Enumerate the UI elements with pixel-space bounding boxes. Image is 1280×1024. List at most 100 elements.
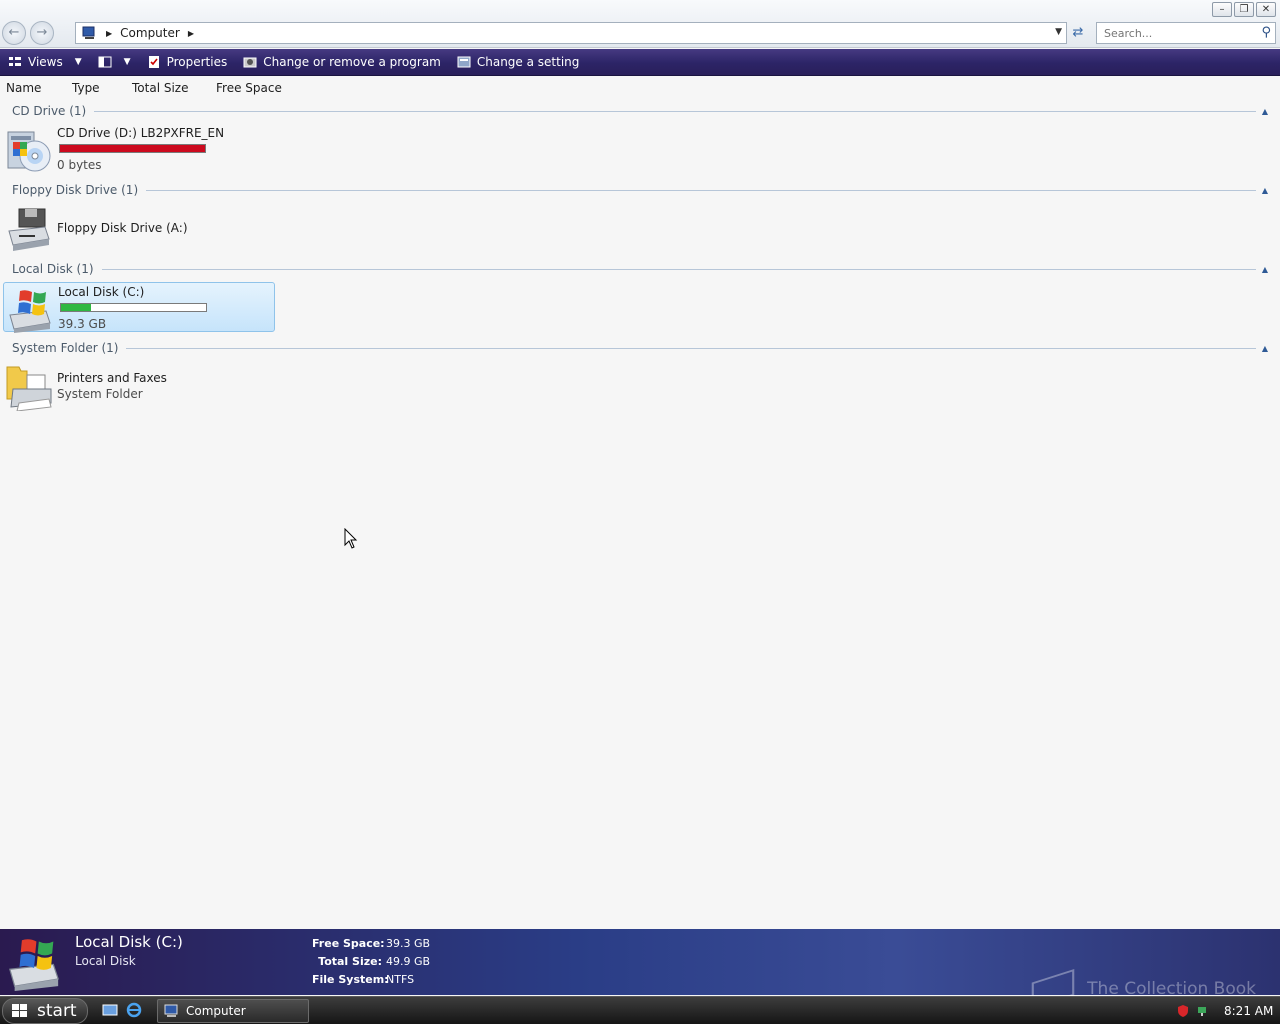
cd-drive-item[interactable]: CD Drive (D:) LB2PXFRE_EN 0 bytes [3,124,275,174]
control-panel-icon [457,56,471,68]
capacity-bar-fill [60,145,205,152]
change-program-label: Change or remove a program [263,55,441,69]
program-icon [243,57,257,68]
capacity-bar [59,144,206,153]
capacity-bar [60,303,207,312]
title-bar: – ❐ ✕ ← → ▶ Computer ▶ ▼ ⇄ ⚲ [0,0,1280,48]
layout-button[interactable]: ▼ [90,49,139,76]
start-button[interactable]: start [2,998,88,1024]
local-disk-icon [9,290,51,333]
breadcrumb-separator-icon[interactable]: ▶ [188,29,194,38]
group-header-floppy[interactable]: Floppy Disk Drive (1) ▲ [12,182,1268,198]
back-arrow-icon: ← [8,25,20,40]
column-headers: Name Type Total Size Free Space [0,78,1280,100]
windows-logo-icon [12,1004,27,1017]
close-button[interactable]: ✕ [1256,2,1276,17]
window-controls: – ❐ ✕ [1212,2,1276,17]
properties-label: Properties [166,55,228,69]
item-name: Printers and Faxes [57,371,167,385]
printers-faxes-item[interactable]: Printers and Faxes System Folder [3,361,275,411]
group-header-local-disk[interactable]: Local Disk (1) ▲ [12,261,1268,277]
change-remove-program-button[interactable]: Change or remove a program [235,49,449,76]
group-title: CD Drive (1) [12,104,87,118]
prop-key: File System: [312,973,389,986]
network-icon[interactable] [1196,1004,1210,1018]
search-input[interactable] [1097,23,1247,43]
item-free-space: 39.3 GB [58,317,107,331]
security-shield-icon[interactable] [1176,1004,1190,1018]
details-pane: Local Disk (C:) Local Disk Free Space:39… [0,929,1280,1009]
system-tray: 8:21 AM [1170,997,1280,1024]
change-setting-label: Change a setting [476,55,580,69]
prop-value: NTFS [386,973,415,986]
properties-icon [148,56,159,68]
prop-value: 39.3 GB [386,937,431,950]
computer-icon [82,26,95,39]
group-title: Local Disk (1) [12,262,94,276]
group-divider [94,110,1256,112]
group-header-cd-drive[interactable]: CD Drive (1) ▲ [12,103,1268,119]
details-free-space: Free Space:39.3 GB [312,937,430,950]
forward-button[interactable]: → [30,21,54,45]
prop-value: 49.9 GB [386,955,431,968]
cd-drive-icon [7,131,51,172]
group-title: Floppy Disk Drive (1) [12,183,139,197]
breadcrumb-separator-icon[interactable]: ▶ [106,29,112,38]
details-total-size: Total Size: 49.9 GB [312,955,430,968]
collapse-icon[interactable]: ▲ [1256,107,1268,116]
taskbar-item-computer[interactable]: Computer [157,999,309,1023]
group-divider [126,347,1256,349]
restore-button[interactable]: ❐ [1234,2,1254,17]
column-name[interactable]: Name [6,81,41,95]
column-total-size[interactable]: Total Size [132,81,188,95]
capacity-bar-fill [61,304,92,311]
chevron-down-icon: ▼ [123,57,131,67]
taskbar: start Computer 8:21 AM [0,996,1280,1024]
item-free-space: 0 bytes [57,158,102,172]
show-desktop-icon[interactable] [102,1002,118,1018]
views-button[interactable]: Views ▼ [0,49,90,76]
search-box[interactable]: ⚲ [1096,22,1276,44]
local-disk-icon [9,939,59,991]
mouse-cursor-icon [344,528,358,549]
minimize-button[interactable]: – [1212,2,1232,17]
address-bar[interactable]: ▶ Computer ▶ ▼ [75,22,1067,44]
collapse-icon[interactable]: ▲ [1256,186,1268,195]
views-label: Views [28,55,63,69]
details-type: Local Disk [75,954,136,968]
properties-button[interactable]: Properties [139,49,236,76]
item-name: Local Disk (C:) [58,285,145,299]
details-name: Local Disk (C:) [75,933,183,951]
refresh-icon[interactable]: ⇄ [1068,22,1088,44]
views-icon [9,57,21,66]
item-type: System Folder [57,387,143,401]
floppy-drive-item[interactable]: Floppy Disk Drive (A:) [3,203,275,253]
floppy-drive-icon [8,208,50,251]
item-name: Floppy Disk Drive (A:) [57,221,188,235]
details-file-system: File System:NTFS [312,973,414,986]
command-bar: Views ▼ ▼ Properties Change or remove a … [0,49,1280,76]
change-setting-button[interactable]: Change a setting [449,49,588,76]
breadcrumb-computer[interactable]: Computer [120,26,180,40]
group-title: System Folder (1) [12,341,119,355]
search-icon[interactable]: ⚲ [1261,25,1271,40]
prop-key: Total Size: [318,955,382,968]
column-free-space[interactable]: Free Space [216,81,282,95]
column-type[interactable]: Type [72,81,100,95]
group-divider [101,268,1256,270]
taskbar-item-label: Computer [186,1004,246,1018]
collapse-icon[interactable]: ▲ [1256,344,1268,353]
collapse-icon[interactable]: ▲ [1256,265,1268,274]
local-disk-item[interactable]: Local Disk (C:) 39.3 GB [3,282,275,333]
item-name: CD Drive (D:) LB2PXFRE_EN [57,126,225,140]
chevron-down-icon: ▼ [74,57,82,67]
start-label: start [37,1001,77,1021]
computer-icon [164,1004,178,1017]
address-dropdown-icon[interactable]: ▼ [1055,27,1062,37]
clock[interactable]: 8:21 AM [1224,1004,1273,1018]
back-button[interactable]: ← [2,21,26,45]
group-header-system-folder[interactable]: System Folder (1) ▲ [12,340,1268,356]
internet-explorer-icon[interactable] [126,1002,142,1018]
group-divider [146,189,1256,191]
layout-icon [98,56,112,68]
